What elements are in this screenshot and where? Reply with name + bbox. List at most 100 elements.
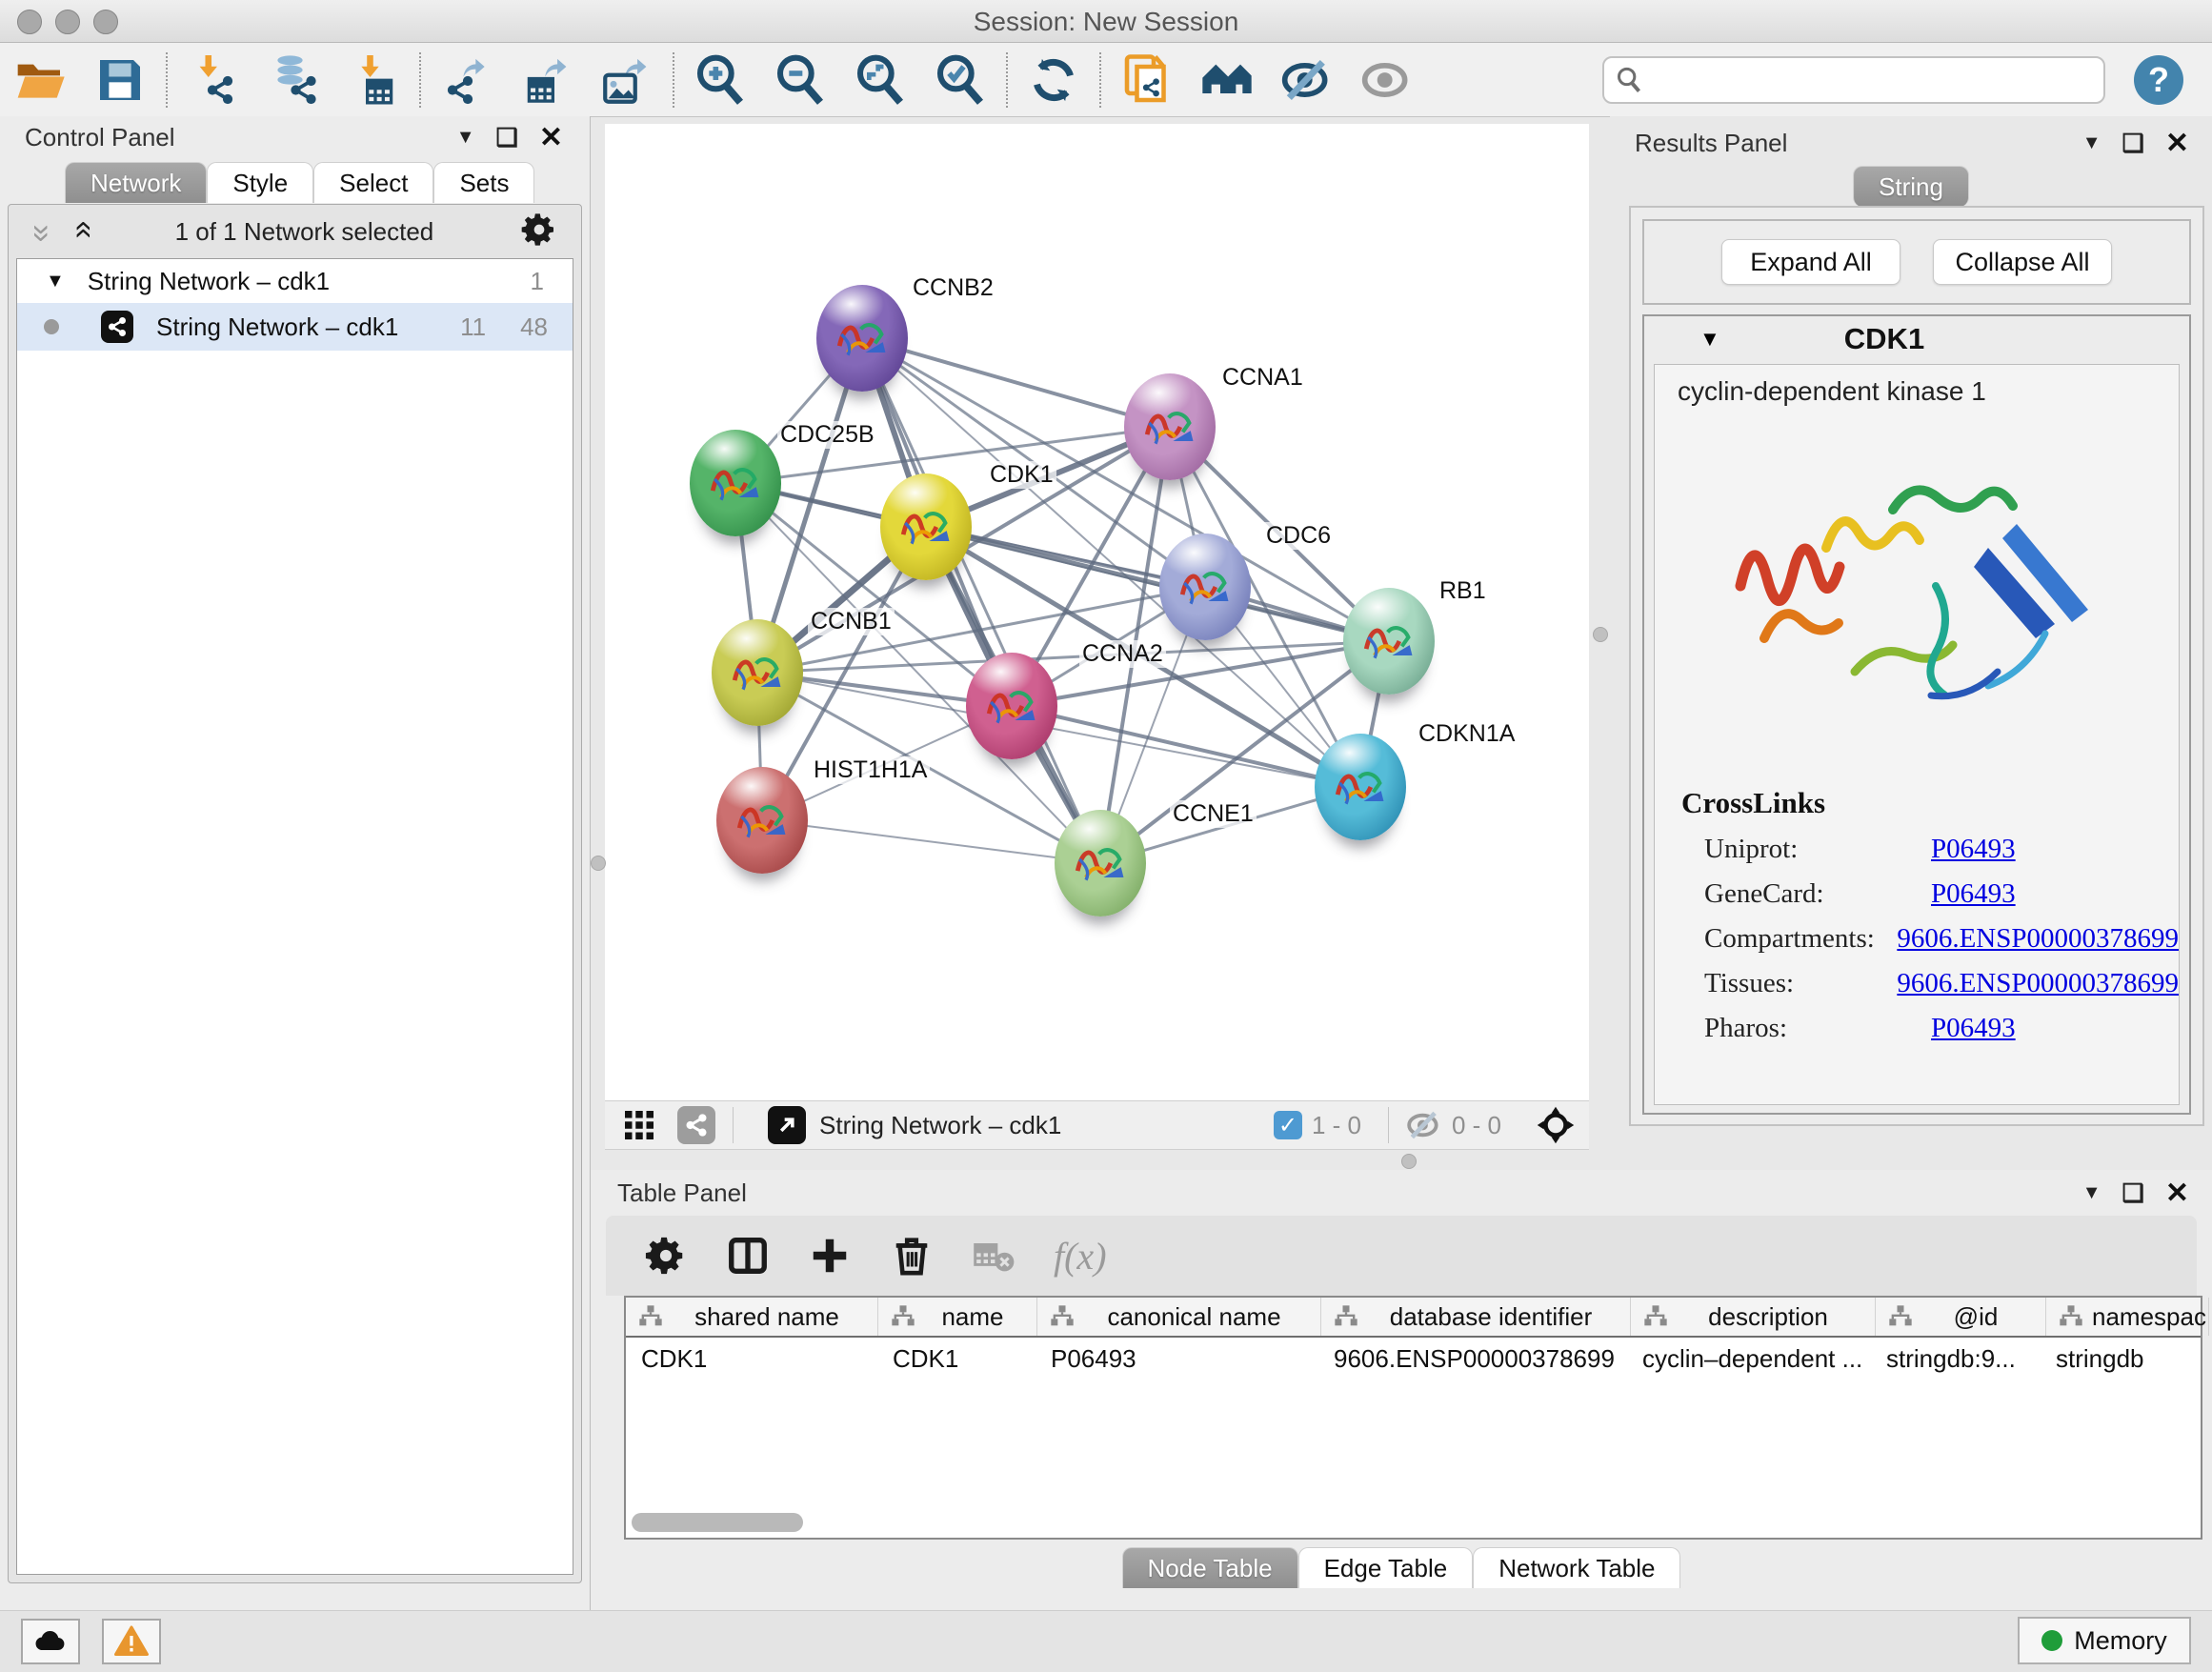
results-panel-close-icon[interactable]: ✕	[2165, 127, 2189, 160]
crosslink-link[interactable]: 9606.ENSP00000378699	[1897, 923, 2179, 955]
node-CDKN1A[interactable]	[1315, 734, 1406, 840]
node-CCNB2[interactable]	[816, 285, 908, 392]
table-cell[interactable]: stringdb:9...	[1871, 1344, 2041, 1374]
node-HIST1H1A[interactable]	[716, 767, 808, 874]
edge-HIST1H1A-CCNE1[interactable]	[762, 820, 1100, 863]
table-panel-close-icon[interactable]: ✕	[2165, 1177, 2189, 1210]
table-cell[interactable]: 9606.ENSP00000378699	[1318, 1344, 1627, 1374]
table-panel-float-icon[interactable]: ❑	[2122, 1178, 2144, 1208]
import-network-database-button[interactable]	[253, 50, 333, 111]
crosslink-link[interactable]: 9606.ENSP00000378699	[1897, 968, 2179, 999]
tab-sets[interactable]: Sets	[433, 162, 534, 203]
horizontal-scrollbar[interactable]	[632, 1513, 803, 1532]
crosslink-label: Compartments:	[1704, 923, 1897, 955]
expand-all-networks-icon[interactable]: »	[65, 225, 97, 239]
toolbar-separator	[166, 52, 168, 108]
node-CDK1[interactable]	[880, 473, 972, 580]
column-header-databaseidentifier[interactable]: database identifier	[1321, 1298, 1631, 1336]
node-CDC25B[interactable]	[690, 430, 781, 536]
tab-network-table[interactable]: Network Table	[1473, 1547, 1680, 1588]
first-neighbors-button[interactable]	[1187, 50, 1267, 111]
crosslink-link[interactable]: P06493	[1931, 878, 2016, 910]
table-options-button[interactable]	[644, 1234, 688, 1278]
open-session-button[interactable]	[0, 50, 80, 111]
column-header-description[interactable]: description	[1631, 1298, 1876, 1336]
edge-CCNB2-CCNA1[interactable]	[862, 338, 1170, 427]
detach-view-button[interactable]	[768, 1106, 806, 1144]
crosslink-link[interactable]: P06493	[1931, 1013, 2016, 1044]
tab-style[interactable]: Style	[207, 162, 313, 203]
network-birdseye-button[interactable]	[677, 1106, 715, 1144]
left-splitter-handle[interactable]	[591, 856, 606, 871]
table-cell[interactable]: CDK1	[626, 1344, 877, 1374]
expand-all-button[interactable]: Expand All	[1721, 239, 1900, 285]
table-cell[interactable]: cyclin–dependent ...	[1627, 1344, 1871, 1374]
warnings-button[interactable]	[102, 1619, 161, 1664]
table-panel-collapse-icon[interactable]: ▼	[2082, 1182, 2101, 1204]
node-CCNA2[interactable]	[966, 653, 1057, 759]
network-row-selected[interactable]: String Network – cdk1 11 48	[17, 303, 573, 351]
show-all-button[interactable]	[1347, 50, 1427, 111]
results-panel-float-icon[interactable]: ❑	[2122, 129, 2144, 158]
import-table-button[interactable]	[333, 50, 413, 111]
show-columns-button[interactable]	[726, 1234, 770, 1278]
node-CCNB1[interactable]	[712, 619, 803, 726]
zoom-out-button[interactable]	[760, 50, 840, 111]
edge-CCNB2-CCNE1[interactable]	[862, 338, 1100, 863]
results-panel-collapse-icon[interactable]: ▼	[2082, 132, 2101, 154]
column-header-id[interactable]: @id	[1876, 1298, 2046, 1336]
bottom-splitter-handle[interactable]	[1401, 1154, 1417, 1169]
zoom-selected-button[interactable]	[920, 50, 1000, 111]
cloud-status-button[interactable]	[21, 1619, 80, 1664]
tab-edge-table[interactable]: Edge Table	[1298, 1547, 1474, 1588]
column-header-canonicalname[interactable]: canonical name	[1037, 1298, 1321, 1336]
node-CCNE1[interactable]	[1055, 810, 1146, 917]
search-input[interactable]	[1652, 64, 2092, 95]
control-panel-collapse-icon[interactable]: ▼	[456, 127, 475, 149]
crosslink-link[interactable]: P06493	[1931, 834, 2016, 865]
tab-select[interactable]: Select	[313, 162, 433, 203]
protein-entry-header[interactable]: ▼ CDK1	[1644, 316, 2189, 362]
table-cell[interactable]: CDK1	[877, 1344, 1036, 1374]
new-network-from-selection-button[interactable]	[1107, 50, 1187, 111]
column-header-namespac[interactable]: namespac	[2046, 1298, 2209, 1336]
table-cell[interactable]: P06493	[1036, 1344, 1318, 1374]
control-panel-close-icon[interactable]: ✕	[539, 121, 563, 154]
network-options-button[interactable]	[520, 211, 558, 253]
column-header-sharedname[interactable]: shared name	[626, 1298, 878, 1336]
memory-button[interactable]: Memory	[2018, 1617, 2191, 1664]
node-RB1[interactable]	[1343, 588, 1435, 695]
center-view-button[interactable]	[1536, 1105, 1576, 1145]
hide-selected-button[interactable]	[1267, 50, 1347, 111]
entry-twisty-icon[interactable]: ▼	[1699, 327, 1720, 352]
export-image-button[interactable]	[587, 50, 667, 111]
selected-checkbox-icon[interactable]: ✓	[1274, 1111, 1302, 1139]
control-panel-float-icon[interactable]: ❑	[496, 123, 518, 152]
collection-twisty-icon[interactable]: ▼	[46, 271, 65, 292]
zoom-in-button[interactable]	[680, 50, 760, 111]
node-CCNA1[interactable]	[1124, 373, 1216, 480]
apply-layout-button[interactable]	[1014, 50, 1094, 111]
table-cell[interactable]: stringdb	[2041, 1344, 2202, 1374]
collapse-all-networks-icon[interactable]: »	[26, 225, 58, 239]
save-session-button[interactable]	[80, 50, 160, 111]
column-header-name[interactable]: name	[878, 1298, 1037, 1336]
import-network-file-button[interactable]	[173, 50, 253, 111]
create-column-button[interactable]	[808, 1234, 852, 1278]
tab-network[interactable]: Network	[65, 162, 207, 203]
tab-string[interactable]: String	[1853, 166, 1969, 207]
network-view-canvas[interactable]: CCNB2CCNA1CDC25BCDK1CDC6RB1CCNB1CCNA2CDK…	[605, 124, 1589, 1100]
tab-node-table[interactable]: Node Table	[1122, 1547, 1298, 1588]
copy-network-icon	[1120, 53, 1174, 107]
table-row[interactable]: CDK1CDK1P064939606.ENSP00000378699cyclin…	[626, 1338, 2201, 1380]
help-button[interactable]: ?	[2134, 55, 2183, 105]
show-grid-button[interactable]	[622, 1108, 656, 1142]
zoom-fit-button[interactable]	[840, 50, 920, 111]
node-CDC6[interactable]	[1159, 534, 1251, 640]
collapse-all-button[interactable]: Collapse All	[1933, 239, 2112, 285]
export-network-button[interactable]	[427, 50, 507, 111]
network-collection-row[interactable]: ▼ String Network – cdk1 1	[17, 259, 573, 303]
export-table-button[interactable]	[507, 50, 587, 111]
right-splitter-handle[interactable]	[1593, 627, 1608, 642]
delete-column-button[interactable]	[890, 1234, 934, 1278]
